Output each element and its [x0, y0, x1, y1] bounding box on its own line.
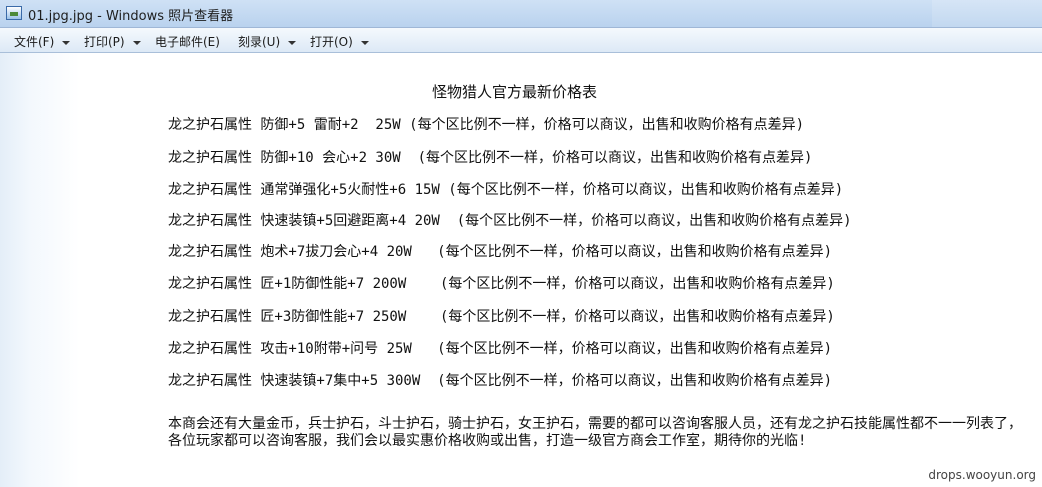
menu-email-label: 电子邮件(E) — [155, 35, 220, 49]
price-row: 龙之护石属性 攻击+10附带+问号 25W (每个区比例不一样，价格可以商议，出… — [168, 341, 832, 357]
price-row: 龙之护石属性 防御+10 会心+2 30W (每个区比例不一样，价格可以商议，出… — [168, 150, 813, 166]
price-row: 龙之护石属性 快速装镇+5回避距离+4 20W (每个区比例不一样，价格可以商议… — [168, 213, 852, 229]
price-row: 龙之护石属性 匠+3防御性能+7 250W (每个区比例不一样，价格可以商议，出… — [168, 309, 835, 325]
chevron-down-icon — [62, 40, 71, 45]
chevron-down-icon — [288, 40, 297, 45]
image-paragraph: 本商会还有大量金币，兵士护石，斗士护石，骑士护石，女王护石，需要的都可以咨询客服… — [168, 416, 1022, 449]
menu-file-label: 文件(F) — [14, 35, 55, 49]
window-title: 01.jpg.jpg - Windows 照片查看器 — [28, 9, 234, 24]
watermark: drops.wooyun.org — [928, 468, 1036, 482]
menu-open-label: 打开(O) — [310, 35, 353, 49]
price-row: 龙之护石属性 匠+1防御性能+7 200W (每个区比例不一样，价格可以商议，出… — [168, 276, 835, 292]
menu-email[interactable]: 电子邮件(E) — [155, 33, 220, 50]
price-row: 龙之护石属性 防御+5 雷耐+2 25W (每个区比例不一样，价格可以商议，出售… — [168, 117, 804, 133]
chevron-down-icon — [132, 40, 141, 45]
menu-burn[interactable]: 刻录(U) — [238, 33, 297, 50]
photo-viewer-icon — [6, 6, 22, 20]
window-controls-area — [932, 0, 1042, 27]
menu-open[interactable]: 打开(O) — [310, 33, 369, 50]
price-row: 龙之护石属性 炮术+7拔刀会心+4 20W (每个区比例不一样，价格可以商议，出… — [168, 244, 832, 260]
menu-bar: 文件(F) 打印(P) 电子邮件(E) 刻录(U) 打开(O) — [0, 28, 1042, 53]
menu-burn-label: 刻录(U) — [238, 35, 281, 49]
menu-print-label: 打印(P) — [84, 35, 125, 49]
price-row: 龙之护石属性 快速装镇+7集中+5 300W (每个区比例不一样，价格可以商议，… — [168, 373, 832, 389]
menu-file[interactable]: 文件(F) — [14, 33, 71, 50]
title-bar: 01.jpg.jpg - Windows 照片查看器 — [0, 0, 1042, 28]
price-row: 龙之护石属性 通常弹强化+5火耐性+6 15W (每个区比例不一样，价格可以商议… — [168, 182, 844, 198]
chevron-down-icon — [360, 40, 369, 45]
image-title: 怪物猎人官方最新价格表 — [432, 83, 598, 101]
menu-print[interactable]: 打印(P) — [84, 33, 141, 50]
